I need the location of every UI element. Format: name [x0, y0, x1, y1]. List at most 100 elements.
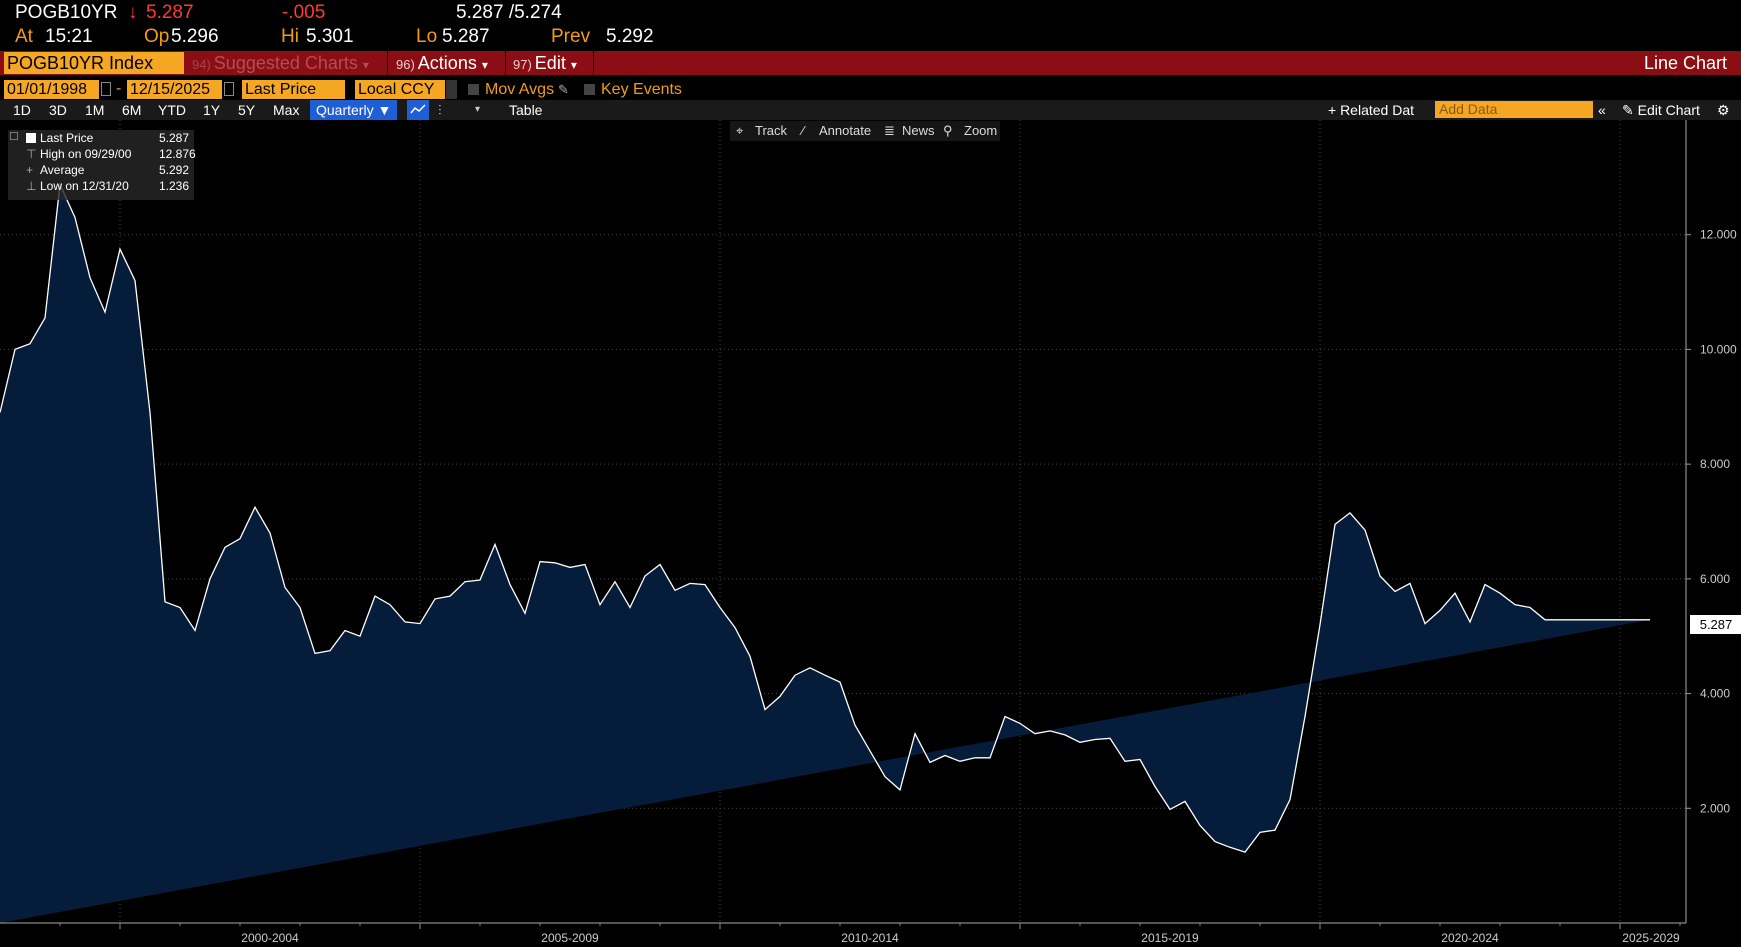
security-input[interactable]: POGB10YR Index	[4, 52, 184, 74]
y-tick-label: 8.000	[1700, 457, 1730, 471]
quote-line-2: At 15:21 Op 5.296 Hi 5.301 Lo 5.287 Prev…	[0, 26, 1741, 51]
add-data-input[interactable]: Add Data	[1435, 101, 1593, 118]
down-arrow-icon: ↓	[128, 2, 138, 23]
legend-collapse-icon[interactable]	[10, 132, 18, 140]
key-events-label: Key Events	[601, 81, 682, 98]
range-1d[interactable]: 1D	[13, 100, 31, 120]
gear-icon[interactable]: ⚙	[1717, 100, 1730, 120]
actions-button[interactable]: 96) Actions ▾	[396, 51, 488, 75]
low-marker-icon: ⊥	[26, 179, 37, 193]
net-change: -.005	[282, 2, 326, 23]
chevron-down-icon: ▾	[570, 58, 577, 72]
open-label: Op	[144, 26, 170, 47]
actions-label: Actions	[417, 53, 477, 73]
legend-high-value: 12.876	[159, 147, 196, 161]
prev-value: 5.292	[606, 26, 654, 47]
key-events-checkbox[interactable]	[584, 84, 595, 95]
chevron-down-icon[interactable]	[446, 80, 457, 99]
actions-num: 96)	[396, 57, 415, 72]
range-max[interactable]: Max	[273, 100, 299, 120]
x-tick-label: 2025-2029	[1622, 931, 1680, 945]
pencil-icon[interactable]: ✎	[558, 82, 569, 98]
chart-toolbar: ⌖ Track ∕ Annotate ≣ News ⚲ Zoom	[730, 121, 1000, 141]
low-label: Lo	[416, 26, 438, 47]
x-tick-label: 2000-2004	[241, 931, 299, 945]
search-icon: ⚲	[943, 123, 953, 138]
range-5y[interactable]: 5Y	[238, 100, 255, 120]
price-chart[interactable]: 2.000 4.000 6.000 8.000 10.000 12.000 2000-200…	[0, 120, 1741, 947]
annotate-button[interactable]: Annotate	[819, 121, 871, 141]
legend-avg-value: 5.292	[159, 163, 190, 177]
divider	[593, 51, 594, 75]
range-1y[interactable]: 1Y	[203, 100, 220, 120]
mov-avgs-checkbox[interactable]	[468, 84, 479, 95]
edit-num: 97)	[513, 57, 532, 72]
suggested-charts-num: 94)	[192, 57, 211, 72]
chevron-down-icon: ▾	[362, 58, 369, 72]
range-ytd[interactable]: YTD	[158, 100, 186, 120]
x-tick-label: 2020-2024	[1441, 931, 1499, 945]
quote-line-1: POGB10YR ↓ 5.287 -.005 5.287 /5.274	[0, 0, 1741, 26]
candle-chart-icon[interactable]: ⫶	[438, 100, 442, 120]
edit-chart-label: Edit Chart	[1637, 102, 1700, 118]
chevron-down-icon: ▼	[377, 102, 392, 118]
x-tick-label: 2015-2019	[1141, 931, 1199, 945]
range-1m[interactable]: 1M	[85, 100, 104, 120]
chevron-down-icon[interactable]: ▾	[475, 100, 480, 120]
x-tick-label: 2005-2009	[541, 931, 599, 945]
y-tick-label: 2.000	[1700, 801, 1730, 815]
divider	[387, 51, 388, 75]
line-chart-icon[interactable]	[407, 100, 429, 120]
calendar-icon[interactable]	[101, 82, 111, 96]
zoom-button[interactable]: Zoom	[964, 121, 997, 141]
chart-legend: Last Price 5.287 ⊤ High on 09/29/00 12.8…	[8, 130, 196, 200]
high-label: Hi	[281, 26, 299, 47]
calendar-icon[interactable]	[224, 82, 234, 96]
view-title: Line Chart	[1643, 53, 1727, 73]
end-date-input[interactable]: 12/15/2025	[127, 80, 222, 99]
annotate-icon: ∕	[802, 123, 805, 138]
ticker-symbol: POGB10YR	[15, 2, 118, 23]
start-date-input[interactable]: 01/01/1998	[4, 80, 99, 99]
field-select[interactable]: Last Price	[242, 80, 345, 99]
prev-label: Prev	[551, 26, 591, 47]
range-3d[interactable]: 3D	[49, 100, 67, 120]
y-tick-label: 4.000	[1700, 687, 1730, 701]
chevron-down-icon: ▾	[481, 58, 488, 72]
collapse-icon[interactable]: «	[1598, 100, 1606, 120]
frequency-select[interactable]: Quarterly ▼	[310, 100, 398, 120]
edit-button[interactable]: 97) Edit ▾	[513, 51, 577, 75]
suggested-charts-button[interactable]: 94) Suggested Charts ▾	[192, 51, 369, 75]
y-tick-label: 12.000	[1700, 228, 1737, 242]
edit-label: Edit	[534, 53, 566, 73]
x-tick-label: 2010-2014	[841, 931, 899, 945]
at-label: At	[15, 26, 33, 47]
high-marker-icon: ⊤	[26, 147, 37, 161]
currency-select[interactable]: Local CCY	[355, 80, 445, 99]
legend-swatch	[26, 133, 36, 143]
legend-low-value: 1.236	[159, 179, 190, 193]
edit-chart-button[interactable]: ✎ Edit Chart	[1622, 100, 1700, 120]
last-price: 5.287	[146, 2, 194, 23]
bid-ask: 5.287 /5.274	[456, 2, 562, 23]
date-dash: -	[116, 80, 122, 97]
y-tick-label: 10.000	[1700, 342, 1737, 356]
related-data-button[interactable]: + Related Dat	[1328, 100, 1414, 120]
mov-avgs-label: Mov Avgs	[485, 81, 555, 98]
legend-last-label: Last Price	[40, 131, 94, 145]
divider	[505, 51, 506, 75]
series-area	[0, 184, 1650, 923]
low-value: 5.287	[442, 26, 490, 47]
news-button[interactable]: News	[902, 121, 935, 141]
table-button[interactable]: Table	[509, 100, 542, 120]
last-price-tag: 5.287	[1690, 615, 1741, 634]
range-6m[interactable]: 6M	[122, 100, 141, 120]
suggested-charts-label: Suggested Charts	[213, 53, 358, 73]
open-value: 5.296	[171, 26, 219, 47]
legend-avg-label: Average	[40, 163, 85, 177]
legend-last-value: 5.287	[159, 131, 190, 145]
track-button[interactable]: Track	[755, 121, 787, 141]
frequency-label: Quarterly	[316, 102, 374, 118]
y-tick-label: 6.000	[1700, 572, 1730, 586]
track-icon: ⌖	[736, 123, 744, 138]
